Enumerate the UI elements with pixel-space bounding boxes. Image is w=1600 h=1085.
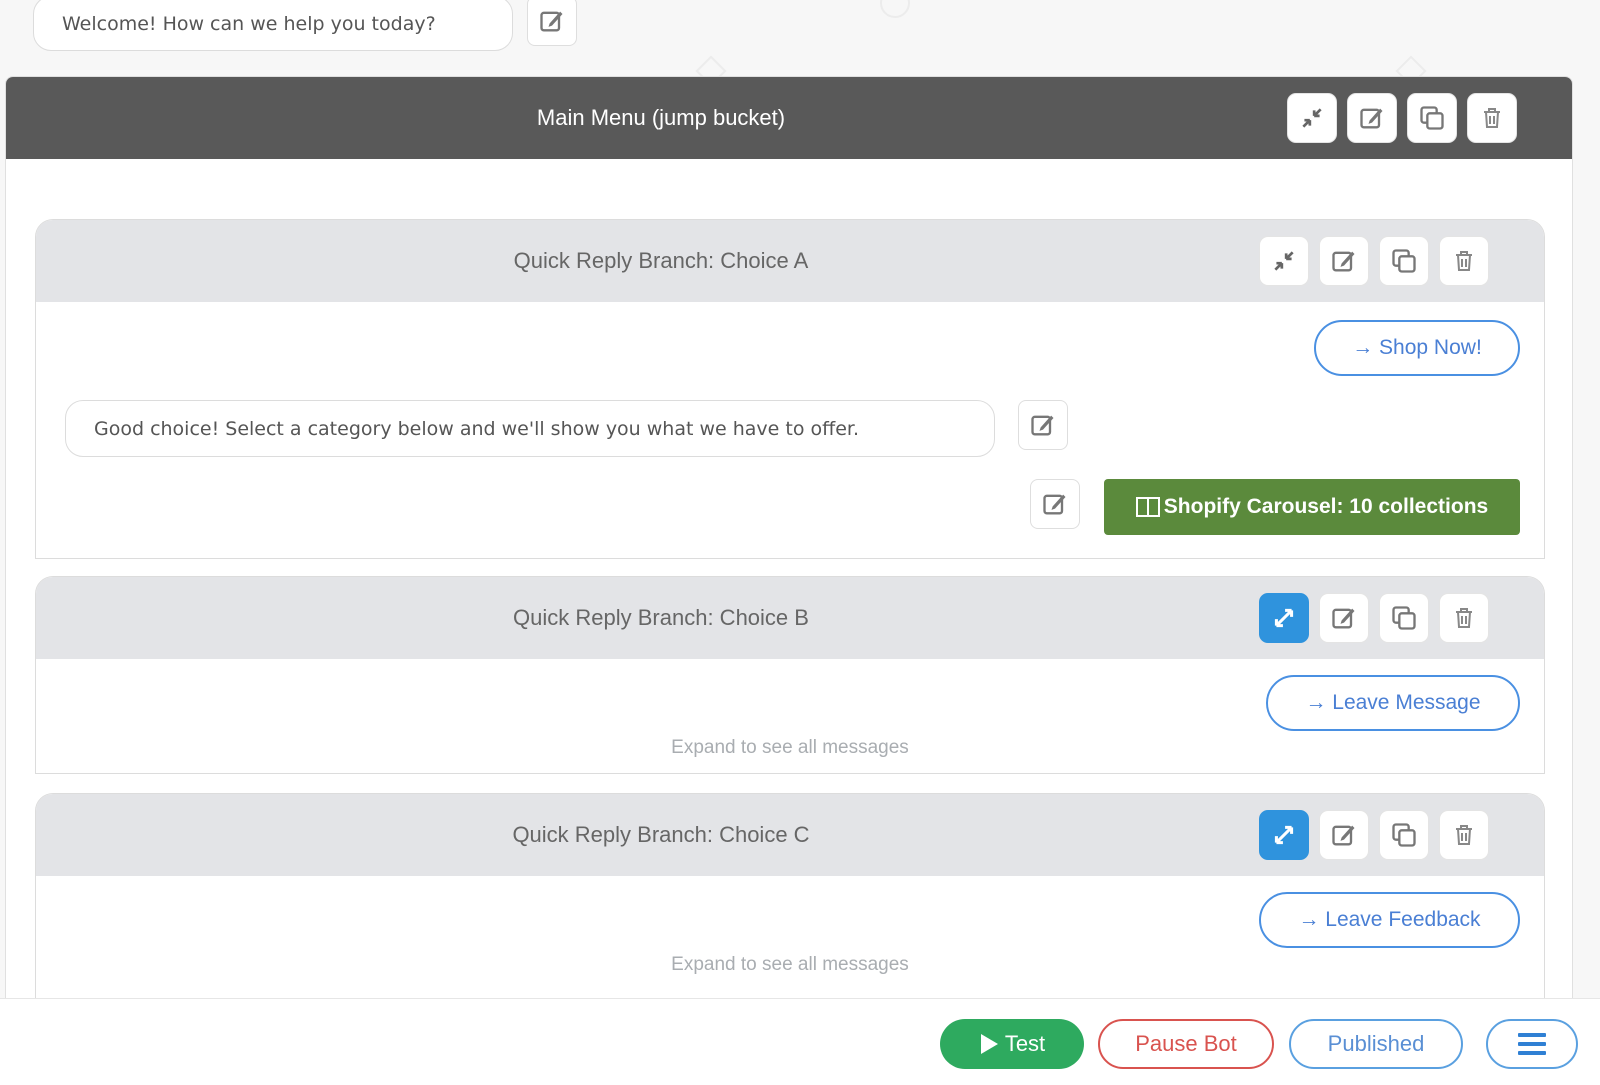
edit-button[interactable] [1319,236,1369,286]
copy-button[interactable] [1379,593,1429,643]
trash-icon [1456,608,1472,628]
collapse-icon [1302,108,1322,128]
hamburger-icon [1518,1033,1546,1055]
menu-button[interactable] [1486,1019,1578,1069]
expand-button[interactable] [1259,593,1309,643]
edit-icon [540,11,563,32]
branch-message-text: Good choice! Select a category below and… [94,417,860,440]
copy-button[interactable] [1379,236,1429,286]
message-edit-button[interactable] [1018,400,1068,450]
welcome-message-text: Welcome! How can we help you today? [62,12,436,35]
copy-icon [1392,823,1416,847]
expand-button[interactable] [1259,810,1309,860]
branch-title: Quick Reply Branch: Choice C [512,822,810,847]
leave-message-link[interactable]: → Leave Message [1266,675,1520,731]
copy-icon [1420,106,1444,130]
trash-icon [1456,251,1472,271]
edit-icon [1043,494,1066,515]
branch-header: Quick Reply Branch: Choice B [36,577,1544,659]
leave-feedback-link[interactable]: → Leave Feedback [1259,892,1520,948]
expand-hint: Expand to see all messages [671,737,909,758]
edit-icon [1360,108,1383,129]
trash-icon [1456,825,1472,845]
test-label: Test [1004,1031,1046,1056]
edit-icon [1332,825,1355,846]
test-button[interactable]: Test [940,1019,1084,1069]
collapse-icon [1274,251,1294,271]
carousel-label: Shopify Carousel: 10 collections [1163,495,1489,518]
delete-button[interactable] [1439,236,1489,286]
collapse-button[interactable] [1259,236,1309,286]
branch-message-bubble[interactable]: Good choice! Select a category below and… [65,400,995,457]
collapse-button[interactable] [1287,93,1337,143]
copy-icon [1392,249,1416,273]
bottom-toolbar: Test Pause Bot Published [0,998,1600,1085]
copy-icon [1392,606,1416,630]
branch-choice-a: Quick Reply Branch: Choice A → Shop Now!… [35,219,1545,559]
branch-title: Quick Reply Branch: Choice A [513,248,809,273]
branch-header: Quick Reply Branch: Choice C [36,794,1544,876]
branch-header: Quick Reply Branch: Choice A [36,220,1544,302]
carousel-edit-button[interactable] [1030,479,1080,529]
delete-button[interactable] [1439,810,1489,860]
welcome-message-bubble[interactable]: Welcome! How can we help you today? [33,0,513,51]
edit-icon [1031,415,1054,436]
copy-button[interactable] [1407,93,1457,143]
branch-choice-c: Quick Reply Branch: Choice C → Leave Fee… [35,793,1545,1015]
main-menu-panel: Main Menu (jump bucket) Quick Reply Bran… [5,76,1573,1016]
copy-button[interactable] [1379,810,1429,860]
shop-now-link[interactable]: → Shop Now! [1314,320,1520,376]
published-button[interactable]: Published [1289,1019,1463,1069]
branch-choice-b: Quick Reply Branch: Choice B → Leave Mes… [35,576,1545,774]
scrollbar-track[interactable] [1573,76,1600,998]
edit-button[interactable] [1319,593,1369,643]
play-icon [980,1034,998,1054]
shopify-carousel-button[interactable]: Shopify Carousel: 10 collections [1104,479,1520,535]
delete-button[interactable] [1467,93,1517,143]
pause-bot-button[interactable]: Pause Bot [1098,1019,1274,1069]
main-menu-actions [1287,93,1517,143]
edit-icon [1332,608,1355,629]
expand-hint: Expand to see all messages [671,954,909,975]
expand-icon [1274,825,1294,845]
columns-icon [1135,497,1160,517]
main-menu-title: Main Menu (jump bucket) [536,105,786,130]
branch-title: Quick Reply Branch: Choice B [513,605,809,630]
edit-button[interactable] [1319,810,1369,860]
delete-button[interactable] [1439,593,1489,643]
edit-button[interactable] [1347,93,1397,143]
expand-icon [1274,608,1294,628]
welcome-edit-button[interactable] [527,0,577,46]
main-menu-header: Main Menu (jump bucket) [6,77,1572,159]
trash-icon [1484,108,1500,128]
edit-icon [1332,251,1355,272]
background-decoration [880,0,910,18]
